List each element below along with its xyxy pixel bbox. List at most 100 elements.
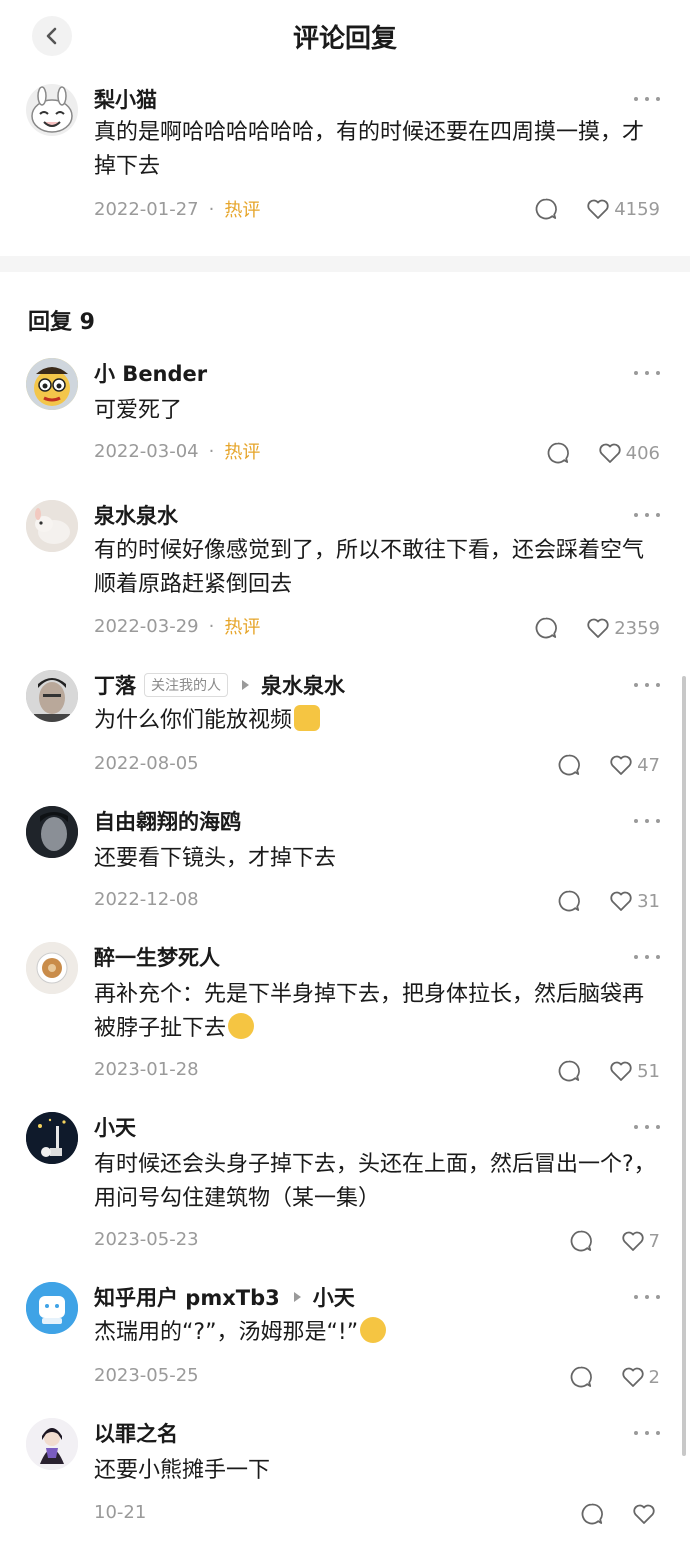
like-button[interactable]: 406 [598,442,660,464]
author-name[interactable]: 梨小猫 [94,84,157,114]
like-count: 4159 [614,198,660,220]
like-button[interactable]: 31 [609,890,660,912]
comment-author[interactable]: 小天 [94,1112,136,1142]
scrollbar[interactable] [682,676,686,1456]
like-count: 406 [625,442,660,464]
heart-icon [621,1367,644,1387]
comment-author[interactable]: 梨小猫 [94,84,157,114]
comment-actions [580,1501,660,1527]
comment-author[interactable]: 知乎用户 pmxTb3 小天 [94,1282,355,1312]
comment-bubble-icon[interactable] [557,889,581,913]
author-name[interactable]: 以罪之名 [94,1418,178,1448]
comment-date: 2022-01-27 [94,198,199,220]
comment-meta: 2023-01-28 [94,1056,199,1082]
avatar[interactable] [26,806,78,858]
author-name[interactable]: 知乎用户 pmxTb3 [94,1282,280,1312]
heart-icon [610,755,632,775]
comment-actions: 47 [557,752,660,778]
comment-bubble-icon[interactable] [557,1059,581,1083]
section-divider [0,256,690,272]
comment-meta: 2023-05-25 [94,1362,199,1388]
more-options-button[interactable] [634,944,660,970]
comment-bubble-icon[interactable] [580,1502,604,1526]
comment-date: 10-21 [94,1501,147,1523]
like-count: 2359 [614,617,660,639]
more-options-button[interactable] [634,502,660,528]
author-name[interactable]: 小 Bender [94,358,207,388]
like-button[interactable]: 51 [609,1060,660,1082]
avatar[interactable] [26,84,78,136]
comment-date: 2022-08-05 [94,752,199,774]
comment-date: 2022-12-08 [94,888,199,910]
avatar[interactable] [26,1112,78,1164]
more-options-button[interactable] [634,672,660,698]
like-button[interactable]: 7 [621,1230,660,1252]
comment-author[interactable]: 自由翱翔的海鸥 [94,806,241,836]
comment-author[interactable]: 以罪之名 [94,1418,178,1448]
comment-text: 还要小熊摊手一下 [94,1458,271,1483]
more-options-button[interactable] [634,808,660,834]
avatar[interactable] [26,358,78,410]
heart-icon [610,891,632,911]
like-button[interactable]: 2359 [586,617,660,639]
like-button[interactable]: 4159 [586,198,660,220]
comment-bubble-icon[interactable] [534,616,558,640]
like-count: 7 [648,1230,660,1252]
hot-badge: 热评 [224,617,261,638]
comment-bubble-icon[interactable] [569,1229,593,1253]
like-button[interactable]: 47 [609,754,660,776]
more-options-button[interactable] [634,360,660,386]
comment-author[interactable]: 小 Bender [94,358,207,388]
reply-to-name[interactable]: 泉水泉水 [261,670,345,700]
author-name[interactable]: 小天 [94,1112,136,1142]
comment-meta: 2022-01-27 · 热评 [94,196,260,222]
comment-text: 还要看下镜头，才掉下去 [94,846,337,871]
reply-arrow-icon [293,1292,301,1302]
like-button[interactable] [632,1503,660,1525]
comment-meta: 2022-12-08 [94,886,199,912]
more-options-button[interactable] [634,1114,660,1140]
comment-date: 2022-03-04 [94,440,199,462]
like-count: 51 [637,1060,660,1082]
comment-meta: 2022-03-29 · 热评 [94,613,260,639]
comment-author[interactable]: 丁落 关注我的人 泉水泉水 [94,670,345,700]
comment-text: 有时候还会头身子掉下去，头还在上面，然后冒出一个?，用问号勾住建筑物（某一集） [94,1152,656,1211]
comment-text-content: 再补充个：先是下半身掉下去，把身体拉长，然后脑袋再被脖子扯下去 [94,982,645,1041]
comment-actions: 51 [557,1058,660,1084]
avatar[interactable] [26,1418,78,1470]
author-name[interactable]: 丁落 [94,670,136,700]
comment-date: 2023-05-25 [94,1364,199,1386]
comment-date: 2022-03-29 [94,615,199,637]
comment-bubble-icon[interactable] [557,753,581,777]
author-name[interactable]: 泉水泉水 [94,500,178,530]
more-options-button[interactable] [634,1420,660,1446]
comment-author[interactable]: 泉水泉水 [94,500,178,530]
reply-arrow-icon [242,680,249,690]
avatar[interactable] [26,500,78,552]
heart-icon [610,1061,632,1081]
header: 评论回复 [0,0,690,72]
comment-actions: 2 [569,1364,660,1390]
comment-date: 2023-01-28 [94,1058,199,1080]
comment-text-content: 为什么你们能放视频 [94,708,293,733]
more-options-button[interactable] [634,86,660,112]
author-name[interactable]: 醉一生梦死人 [94,942,220,972]
like-button[interactable]: 2 [621,1366,660,1388]
comment-text: 再补充个：先是下半身掉下去，把身体拉长，然后脑袋再被脖子扯下去 [94,978,664,1046]
sunglasses-emoji-icon [360,1317,387,1343]
comment-text: 为什么你们能放视频 [94,704,664,738]
avatar[interactable] [26,1282,78,1334]
avatar[interactable] [26,942,78,994]
hot-badge: 热评 [224,442,261,463]
comment-text: 可爱死了 [94,398,183,423]
comment-actions: 406 [546,440,660,466]
comment-bubble-icon[interactable] [569,1365,593,1389]
more-options-button[interactable] [634,1284,660,1310]
comment-bubble-icon[interactable] [534,197,558,221]
reply-to-name[interactable]: 小天 [313,1282,355,1312]
avatar[interactable] [26,670,78,722]
author-name[interactable]: 自由翱翔的海鸥 [94,806,241,836]
comment-bubble-icon[interactable] [546,441,570,465]
comment-author[interactable]: 醉一生梦死人 [94,942,220,972]
comment-meta: 10-21 [94,1499,146,1525]
